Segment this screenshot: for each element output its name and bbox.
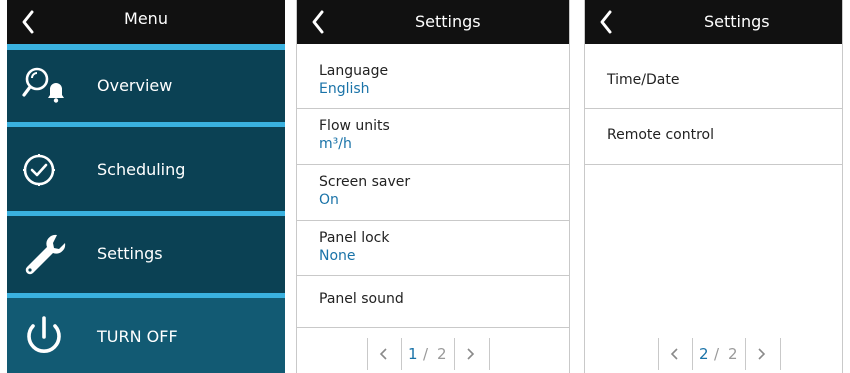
divider: [7, 211, 285, 216]
menu-item-label: Overview: [97, 76, 173, 95]
divider: [745, 338, 746, 370]
turn-off-label: TURN OFF: [97, 327, 178, 346]
chevron-left-icon: [670, 348, 678, 360]
current-page: 1: [408, 345, 418, 363]
menu-item-scheduling[interactable]: Scheduling: [7, 134, 285, 206]
overview-search-bell-icon: [21, 64, 69, 108]
chevron-right-icon: [758, 348, 766, 360]
settings-row-screen-saver[interactable]: Screen saver On: [297, 165, 569, 221]
settings-screen-page-1: Settings Language English Flow units m³/…: [296, 0, 570, 373]
row-value: m³/h: [319, 136, 352, 152]
row-title: Remote control: [607, 127, 714, 143]
menu-item-settings[interactable]: Settings: [7, 218, 285, 290]
row-title: Language: [319, 63, 389, 79]
back-button[interactable]: [305, 6, 335, 38]
previous-page-button[interactable]: [377, 347, 391, 361]
clock-check-icon: [21, 148, 69, 192]
page-title: Settings: [704, 12, 770, 31]
settings-row-panel-sound[interactable]: Panel sound: [297, 276, 569, 328]
row-value: English: [319, 81, 370, 97]
row-value: On: [319, 192, 339, 208]
settings-row-flow-units[interactable]: Flow units m³/h: [297, 109, 569, 165]
divider: [401, 338, 402, 370]
previous-page-button[interactable]: [668, 347, 682, 361]
menu-item-label: Scheduling: [97, 160, 186, 179]
page-separator: /: [714, 345, 720, 363]
row-title: Screen saver: [319, 174, 411, 190]
divider: [658, 338, 659, 370]
total-pages: 2: [728, 345, 738, 363]
settings-header: Settings: [297, 0, 569, 44]
settings-row-time-date[interactable]: Time/Date: [585, 44, 842, 109]
divider: [489, 338, 490, 370]
divider: [454, 338, 455, 370]
chevron-right-icon: [467, 348, 475, 360]
page-separator: /: [423, 345, 429, 363]
row-title: Panel lock: [319, 230, 390, 246]
settings-row-remote-control[interactable]: Remote control: [585, 109, 842, 165]
divider: [367, 338, 368, 370]
settings-header: Settings: [585, 0, 842, 44]
divider: [7, 122, 285, 127]
divider: [692, 338, 693, 370]
menu-item-label: Settings: [97, 244, 163, 263]
menu-screen: Menu Overview Scheduling Settings TURN O…: [7, 0, 285, 373]
row-title: Flow units: [319, 118, 390, 134]
menu-item-overview[interactable]: Overview: [7, 50, 285, 122]
chevron-left-icon: [379, 348, 387, 360]
settings-row-panel-lock[interactable]: Panel lock None: [297, 221, 569, 276]
next-page-button[interactable]: [754, 347, 768, 361]
menu-header: Menu: [7, 0, 285, 44]
total-pages: 2: [437, 345, 447, 363]
wrench-icon: [21, 232, 69, 276]
power-icon: [21, 315, 69, 359]
turn-off-button[interactable]: TURN OFF: [7, 298, 285, 373]
row-title: Panel sound: [319, 291, 404, 307]
page-title: Settings: [415, 12, 481, 31]
row-value: None: [319, 248, 356, 264]
page-title: Menu: [124, 9, 168, 28]
pagination: 1 / 2: [367, 338, 497, 370]
row-title: Time/Date: [607, 72, 680, 88]
current-page: 2: [699, 345, 709, 363]
settings-row-language[interactable]: Language English: [297, 44, 569, 109]
back-button[interactable]: [593, 6, 623, 38]
divider: [780, 338, 781, 370]
chevron-left-icon: [600, 10, 612, 34]
settings-screen-page-2: Settings Time/Date Remote control 2 / 2: [584, 0, 843, 373]
chevron-left-icon: [312, 10, 324, 34]
next-page-button[interactable]: [463, 347, 477, 361]
pagination: 2 / 2: [658, 338, 788, 370]
